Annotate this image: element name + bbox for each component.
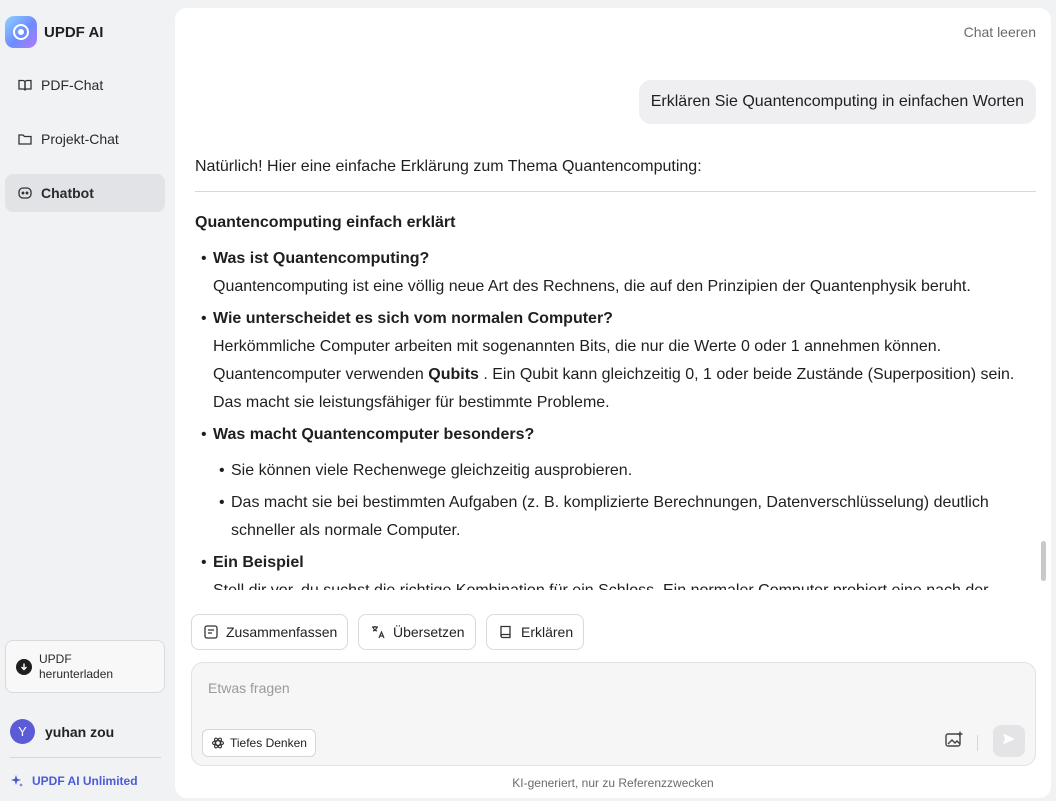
atom-icon bbox=[211, 736, 225, 750]
folder-icon bbox=[16, 130, 34, 148]
sidebar-item-projekt-chat[interactable]: Projekt-Chat bbox=[5, 120, 165, 158]
brand[interactable]: UPDF AI bbox=[5, 15, 103, 49]
answer-text: Das macht sie leistungsfähiger für besti… bbox=[213, 394, 610, 411]
user-message: Erklären Sie Quantencomputing in einfach… bbox=[638, 80, 1036, 124]
chat-input-box: Tiefes Denken bbox=[191, 662, 1036, 766]
toolbar-divider bbox=[977, 735, 978, 751]
list-item: Wie unterscheidet es sich vom normalen C… bbox=[201, 310, 613, 328]
summarize-button[interactable]: Zusammenfassen bbox=[191, 614, 349, 650]
download-updf-button[interactable]: UPDF herunterladen bbox=[5, 640, 165, 693]
sub-list-item: Das macht sie bei bestimmten Aufgaben (z… bbox=[219, 494, 989, 512]
explain-button[interactable]: Erklären bbox=[486, 614, 585, 650]
download-line-1: UPDF bbox=[39, 651, 72, 666]
download-line-2: herunterladen bbox=[39, 666, 114, 681]
scrollbar[interactable] bbox=[1041, 541, 1046, 581]
image-upload-button[interactable] bbox=[942, 730, 966, 754]
send-icon bbox=[1001, 731, 1017, 752]
updf-logo-icon bbox=[5, 16, 37, 48]
answer-heading: Quantencomputing einfach erklärt bbox=[195, 214, 456, 231]
user-name: yuhan zou bbox=[45, 723, 115, 740]
answer-text: Quantencomputer verwenden Qubits . Ein Q… bbox=[213, 366, 1015, 383]
list-item: Was ist Quantencomputing? bbox=[201, 250, 429, 268]
assistant-answer: Natürlich! Hier eine einfache Erklärung … bbox=[195, 158, 1036, 590]
deep-think-toggle[interactable]: Tiefes Denken bbox=[202, 729, 316, 757]
answer-text: Herkömmliche Computer arbeiten mit sogen… bbox=[213, 338, 942, 355]
sidebar-item-pdf-chat[interactable]: PDF-Chat bbox=[5, 66, 165, 104]
sidebar-item-chatbot[interactable]: Chatbot bbox=[5, 174, 165, 212]
chat-input[interactable] bbox=[208, 677, 808, 699]
answer-text: schneller als normale Computer. bbox=[231, 522, 461, 539]
brand-name: UPDF AI bbox=[44, 23, 104, 41]
sidebar-item-label: Chatbot bbox=[41, 185, 94, 201]
user-profile[interactable]: Y yuhan zou bbox=[10, 719, 114, 744]
send-button[interactable] bbox=[993, 725, 1025, 757]
answer-text: Quantencomputing ist eine völlig neue Ar… bbox=[213, 278, 971, 295]
answer-divider bbox=[195, 191, 1036, 192]
summarize-icon bbox=[202, 623, 220, 641]
list-item: Ein Beispiel bbox=[201, 554, 304, 572]
sparkle-icon bbox=[10, 774, 24, 788]
answer-intro: Natürlich! Hier eine einfache Erklärung … bbox=[195, 158, 702, 175]
avatar: Y bbox=[10, 719, 35, 744]
list-item: Was macht Quantencomputer besonders? bbox=[201, 426, 534, 444]
download-icon bbox=[16, 658, 32, 675]
sidebar-divider bbox=[10, 757, 161, 758]
chat-panel: Chat leeren Erklären Sie Quantencomputin… bbox=[175, 8, 1051, 798]
answer-text: Stell dir vor, du suchst die richtige Ko… bbox=[213, 582, 989, 590]
book-icon bbox=[497, 623, 515, 641]
clear-chat-button[interactable]: Chat leeren bbox=[964, 24, 1036, 40]
ai-disclaimer: KI-generiert, nur zu Referenzzwecken bbox=[512, 776, 714, 790]
chatbot-icon bbox=[16, 184, 34, 202]
qubits-term: Qubits bbox=[428, 366, 479, 383]
sub-list-item: Sie können viele Rechenwege gleichzeitig… bbox=[219, 462, 632, 480]
image-add-icon bbox=[944, 730, 964, 755]
sidebar-item-label: Projekt-Chat bbox=[41, 131, 119, 147]
sidebar: UPDF AI PDF-Chat Projekt-Chat Chatbot UP… bbox=[0, 0, 172, 801]
translate-icon bbox=[369, 623, 387, 641]
translate-button[interactable]: Übersetzen bbox=[358, 614, 476, 650]
sidebar-item-label: PDF-Chat bbox=[41, 77, 104, 93]
unlimited-label: UPDF AI Unlimited bbox=[32, 774, 138, 788]
upgrade-unlimited-link[interactable]: UPDF AI Unlimited bbox=[10, 774, 138, 788]
book-open-icon bbox=[16, 76, 34, 94]
